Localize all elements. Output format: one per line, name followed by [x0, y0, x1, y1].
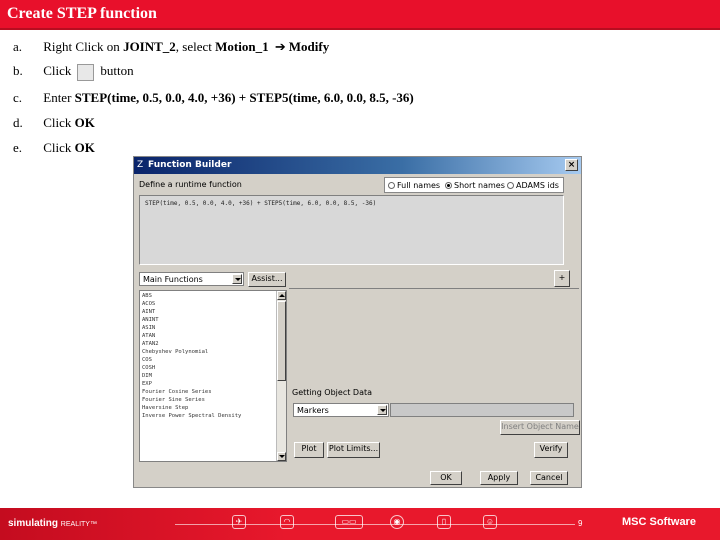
step-d: d. Click OK: [13, 114, 95, 132]
step-a: a. Right Click on JOINT_2, select Motion…: [13, 38, 329, 56]
right-arrow-icon: ➔: [274, 39, 286, 54]
function-builder-dialog: Z Function Builder × Define a runtime fu…: [133, 156, 582, 488]
object-type-value: Markers: [297, 406, 329, 415]
assist-button[interactable]: Assist...: [248, 272, 286, 287]
function-list-item[interactable]: Fourier Sine Series: [142, 396, 278, 404]
object-type-select[interactable]: Markers: [293, 403, 389, 417]
radio-label: Full names: [397, 181, 441, 190]
radio-button-icon: [507, 182, 514, 189]
function-list-item[interactable]: AINT: [142, 308, 278, 316]
chevron-down-icon[interactable]: [232, 274, 242, 284]
step-c: c. Enter STEP(time, 0.5, 0.0, 4.0, +36) …: [13, 89, 414, 107]
bottle-icon: ▯: [437, 515, 451, 529]
function-list-item[interactable]: ATAN2: [142, 340, 278, 348]
function-list-item[interactable]: ASIN: [142, 324, 278, 332]
step-text: Right Click on: [43, 39, 124, 54]
radio-adams-ids[interactable]: ADAMS ids: [507, 181, 559, 190]
scroll-thumb[interactable]: [277, 301, 286, 381]
function-list-item[interactable]: EXP: [142, 380, 278, 388]
joint-name: JOINT_2: [123, 39, 176, 54]
verify-button[interactable]: Verify: [534, 442, 568, 458]
function-list-item[interactable]: Haversine Step: [142, 404, 278, 412]
function-builder-button-icon: [77, 63, 95, 81]
function-list-item[interactable]: Fourier Cosine Series: [142, 388, 278, 396]
step-letter: c.: [13, 90, 23, 105]
step-text: Enter: [43, 90, 75, 105]
function-list-item[interactable]: ABS: [142, 292, 278, 300]
step-expression: STEP(time, 0.5, 0.0, 4.0, +36) + STEP5(t…: [74, 90, 414, 105]
step-letter: d.: [13, 115, 23, 130]
msc-software-logo: MSC Software: [622, 516, 696, 528]
name-options-group: Full names Short names ADAMS ids: [384, 177, 564, 193]
dialog-title: Function Builder: [148, 160, 232, 170]
target-icon: ◉: [390, 515, 404, 529]
scroll-up-icon[interactable]: [277, 291, 286, 300]
function-list-item[interactable]: Chebyshev Polynomial: [142, 348, 278, 356]
plot-button[interactable]: Plot: [294, 442, 324, 458]
function-list[interactable]: ABS ACOS AINT ANINT ASIN ATAN ATAN2 Chebyshev P…: [139, 290, 287, 462]
title-bar: Create STEP function: [0, 0, 720, 30]
step-text: Click: [43, 115, 75, 130]
insert-object-name-button[interactable]: Insert Object Name: [500, 420, 580, 435]
function-category-select[interactable]: Main Functions: [139, 272, 244, 286]
footer-bar: simulating REALITY™ ✈ ◠ ▭▭ ◉ ▯ ☺ 9 MSC S…: [0, 508, 720, 540]
define-function-label: Define a runtime function: [139, 180, 242, 189]
app-icon: Z: [137, 160, 144, 170]
step-text: Click: [43, 140, 75, 155]
tagline-word: simulating: [8, 518, 59, 529]
scrollbar[interactable]: [276, 291, 286, 461]
plot-limits-button[interactable]: Plot Limits...: [327, 442, 380, 458]
radio-label: ADAMS ids: [516, 181, 559, 190]
radio-label: Short names: [454, 181, 505, 190]
motion-name: Motion_1: [215, 39, 269, 54]
function-category-value: Main Functions: [143, 275, 203, 284]
radio-short-names[interactable]: Short names: [445, 181, 505, 190]
chevron-down-icon[interactable]: [377, 405, 387, 415]
step-e: e. Click OK: [13, 139, 95, 157]
close-icon[interactable]: ×: [565, 159, 578, 171]
cancel-button[interactable]: Cancel: [530, 471, 568, 485]
modify-label: Modify: [288, 39, 330, 54]
tagline-trademark: REALITY™: [60, 521, 97, 528]
function-list-item[interactable]: ACOS: [142, 300, 278, 308]
slide-title: Create STEP function: [7, 5, 157, 22]
page-number: 9: [578, 519, 583, 528]
step-text: Click: [43, 63, 72, 78]
apply-button[interactable]: Apply: [480, 471, 518, 485]
step-letter: e.: [13, 140, 23, 155]
function-list-item[interactable]: ANINT: [142, 316, 278, 324]
scroll-down-icon[interactable]: [277, 452, 286, 461]
dialog-titlebar[interactable]: Z Function Builder ×: [134, 157, 581, 174]
step-text: , select: [175, 39, 216, 54]
function-list-item[interactable]: COS: [142, 356, 278, 364]
function-list-item[interactable]: COSH: [142, 364, 278, 372]
function-list-item[interactable]: ATAN: [142, 332, 278, 340]
car-icon: ◠: [280, 515, 294, 529]
plus-button[interactable]: +: [554, 270, 570, 287]
divider: [289, 288, 579, 289]
function-items: ABS ACOS AINT ANINT ASIN ATAN ATAN2 Chebyshev P…: [142, 292, 278, 420]
getting-object-data-label: Getting Object Data: [292, 388, 373, 397]
object-name-field[interactable]: [390, 403, 574, 417]
ok-button[interactable]: OK: [430, 471, 462, 485]
expression-textarea[interactable]: STEP(time, 0.5, 0.0, 4.0, +36) + STEP5(t…: [139, 195, 564, 265]
function-list-item[interactable]: Inverse Power Spectral Density: [142, 412, 278, 420]
step-b: b. Click button: [13, 62, 134, 81]
ok-label: OK: [74, 140, 95, 155]
step-letter: b.: [13, 63, 23, 78]
radio-button-selected-icon: [445, 182, 452, 189]
step-text: button: [100, 63, 134, 78]
train-icon: ▭▭: [335, 515, 363, 529]
slide: Create STEP function a. Right Click on J…: [0, 0, 720, 540]
step-letter: a.: [13, 39, 23, 54]
ok-label: OK: [74, 115, 95, 130]
radio-button-icon: [388, 182, 395, 189]
airplane-icon: ✈: [232, 515, 246, 529]
footer-tagline: simulating REALITY™: [8, 518, 97, 529]
radio-full-names[interactable]: Full names: [388, 181, 440, 190]
function-list-item[interactable]: DIM: [142, 372, 278, 380]
human-figure-icon: ☺: [483, 515, 497, 529]
